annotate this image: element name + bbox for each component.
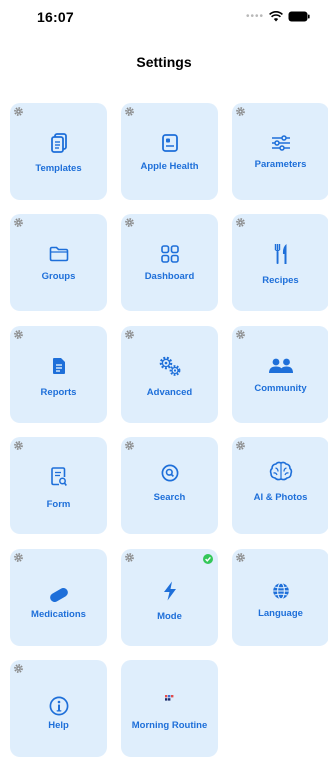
gear-icon[interactable]: [235, 552, 246, 563]
tile-dashboard[interactable]: Dashboard: [121, 214, 218, 311]
tile-help[interactable]: Help: [10, 660, 107, 757]
status-bar: 16:07 ••••: [0, 0, 328, 34]
battery-icon: [288, 11, 310, 22]
tile-advanced[interactable]: Advanced: [121, 326, 218, 423]
tile-apple-health[interactable]: Apple Health: [121, 103, 218, 200]
form-icon: [50, 467, 67, 486]
search-icon: [161, 464, 178, 482]
tile-form[interactable]: Form: [10, 437, 107, 534]
gear-icon[interactable]: [13, 217, 24, 228]
tile-morning-routine[interactable]: Morning Routine: [121, 660, 218, 757]
tile-label: Language: [258, 608, 303, 619]
wifi-icon: [269, 11, 283, 22]
tile-parameters[interactable]: Parameters: [232, 103, 328, 200]
gear-icon[interactable]: [235, 329, 246, 340]
tile-ai-photos[interactable]: AI & Photos: [232, 437, 328, 534]
tile-label: Recipes: [262, 275, 299, 286]
routine-icon: [164, 695, 173, 701]
gear-icon[interactable]: [13, 440, 24, 451]
tile-label: Advanced: [146, 387, 193, 398]
signal-icon: ••••: [245, 10, 264, 22]
tile-templates[interactable]: Templates: [10, 103, 107, 200]
tile-label: Medications: [31, 609, 86, 620]
dashboard-icon: [160, 245, 179, 263]
tile-label: Groups: [41, 271, 76, 282]
tile-label: Parameters: [254, 159, 307, 170]
gear-icon[interactable]: [124, 552, 135, 563]
tile-mode[interactable]: Mode: [121, 549, 218, 646]
tile-groups[interactable]: Groups: [10, 214, 107, 311]
tile-label: AI & Photos: [253, 492, 308, 503]
gear-icon[interactable]: [13, 663, 24, 674]
tile-reports[interactable]: Reports: [10, 326, 107, 423]
folder-icon: [49, 246, 68, 262]
gear-icon[interactable]: [13, 552, 24, 563]
tile-label: Form: [46, 499, 71, 510]
page-title: Settings: [136, 54, 192, 70]
gear-icon[interactable]: [235, 440, 246, 451]
gear-icon[interactable]: [13, 329, 24, 340]
tile-label: Apple Health: [140, 161, 199, 172]
tile-label: Reports: [40, 387, 77, 398]
bolt-icon: [163, 581, 176, 601]
tile-label: Dashboard: [144, 271, 195, 282]
tile-label: Search: [153, 492, 186, 503]
tile-language[interactable]: Language: [232, 549, 328, 646]
tile-label: Help: [48, 720, 69, 731]
tile-label: Mode: [157, 611, 182, 622]
brain-icon: [269, 461, 292, 481]
people-icon: [268, 358, 293, 373]
gear-icon[interactable]: [124, 329, 135, 340]
checkmark-icon: [203, 554, 213, 564]
pill-icon: [49, 588, 68, 602]
gear-icon[interactable]: [235, 217, 246, 228]
gears-icon: [159, 356, 180, 376]
tile-recipes[interactable]: Recipes: [232, 214, 328, 311]
apple-health-icon: [161, 134, 178, 152]
gear-icon[interactable]: [13, 106, 24, 117]
tile-search[interactable]: Search: [121, 437, 218, 534]
tile-community[interactable]: Community: [232, 326, 328, 423]
status-icons: ••••: [246, 11, 310, 22]
status-time: 16:07: [37, 9, 74, 25]
parameters-icon: [271, 135, 290, 151]
gear-icon[interactable]: [124, 106, 135, 117]
gear-icon[interactable]: [124, 217, 135, 228]
tile-medications[interactable]: Medications: [10, 549, 107, 646]
templates-icon: [50, 133, 67, 153]
globe-icon: [272, 582, 289, 600]
tile-label: Morning Routine: [131, 720, 208, 731]
reports-icon: [52, 358, 65, 374]
info-icon: [49, 696, 68, 716]
gear-icon[interactable]: [235, 106, 246, 117]
tile-label: Community: [254, 383, 307, 394]
gear-icon[interactable]: [124, 440, 135, 451]
tile-label: Templates: [35, 163, 82, 174]
fork-knife-icon: [274, 244, 286, 264]
